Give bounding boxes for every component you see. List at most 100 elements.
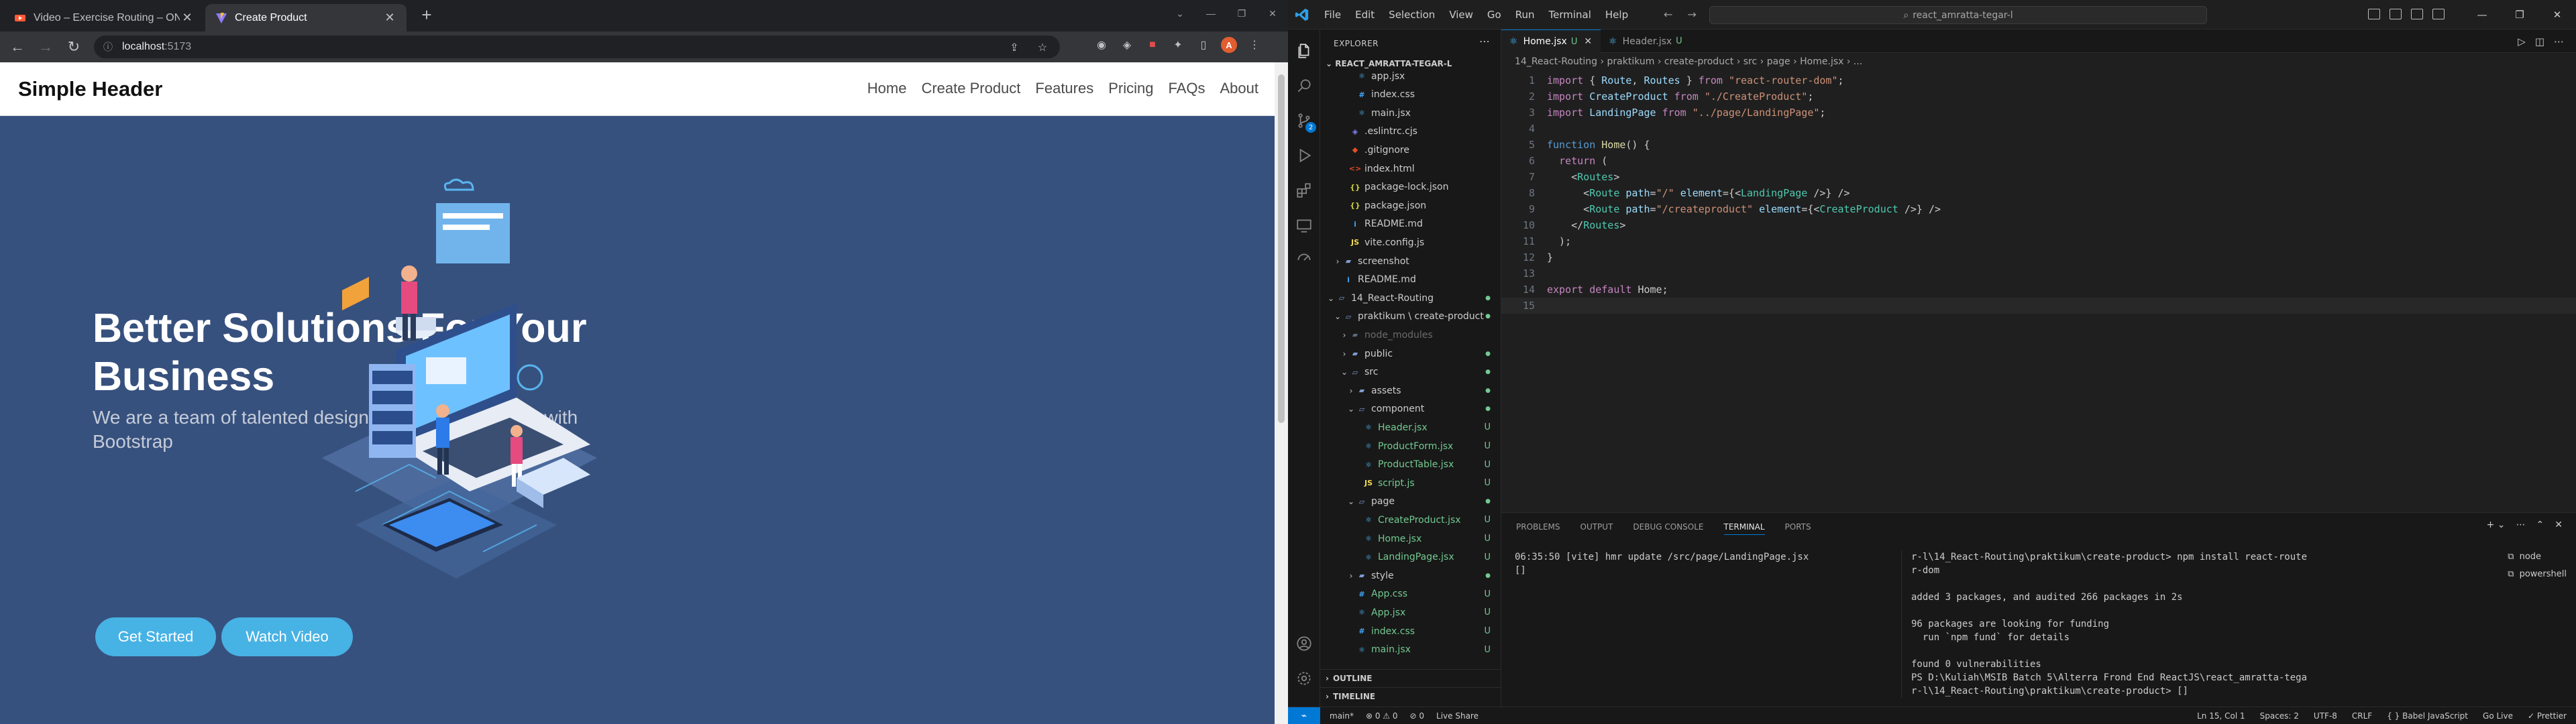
terminal-item-powershell[interactable]: ⧉ powershell bbox=[2508, 565, 2567, 583]
code-line[interactable]: 8 <Route path="/" element={<LandingPage … bbox=[1501, 185, 2576, 201]
more-actions-icon[interactable]: ⋯ bbox=[1479, 35, 1490, 48]
close-icon[interactable]: ✕ bbox=[1584, 36, 1592, 47]
forward-arrow-icon[interactable]: → bbox=[1687, 8, 1696, 21]
site-brand[interactable]: Simple Header bbox=[18, 77, 162, 101]
code-line[interactable]: 13 bbox=[1501, 265, 2576, 282]
back-arrow-icon[interactable]: ← bbox=[1664, 8, 1672, 21]
tree-item[interactable]: <> index.html bbox=[1339, 160, 1501, 178]
menu-help[interactable]: Help bbox=[1605, 9, 1628, 21]
tree-item[interactable]: ⌄ ▱ praktikum \ create-product ● bbox=[1332, 308, 1501, 326]
status-indent[interactable]: Spaces: 2 bbox=[2260, 711, 2299, 721]
nav-create-product[interactable]: Create Product bbox=[921, 80, 1020, 97]
menu-terminal[interactable]: Terminal bbox=[1549, 9, 1591, 21]
tab-output[interactable]: OUTPUT bbox=[1580, 522, 1613, 535]
close-icon[interactable]: ✕ bbox=[382, 11, 397, 25]
tab-terminal[interactable]: TERMINAL bbox=[1723, 522, 1765, 535]
sidepanel-icon[interactable]: ▯ bbox=[1195, 36, 1212, 54]
terminal-item-node[interactable]: ⧉ node bbox=[2508, 548, 2567, 565]
restore-icon[interactable]: ❐ bbox=[2501, 0, 2538, 29]
menu-file[interactable]: File bbox=[1324, 9, 1341, 21]
code-line[interactable]: 4 bbox=[1501, 121, 2576, 137]
tree-item[interactable]: ⚛ main.jsx bbox=[1346, 104, 1501, 122]
close-icon[interactable]: ✕ bbox=[1257, 0, 1288, 27]
get-started-button[interactable]: Get Started bbox=[95, 617, 216, 656]
page-scrollbar[interactable] bbox=[1275, 62, 1288, 724]
status-live-share[interactable]: Live Share bbox=[1436, 711, 1479, 721]
extensions-puzzle-icon[interactable]: ✦ bbox=[1170, 36, 1186, 54]
tree-item[interactable]: ⚛ App.jsx U bbox=[1346, 603, 1501, 621]
tree-item[interactable]: ⚛ main.jsx U bbox=[1346, 641, 1501, 659]
tab-problems[interactable]: PROBLEMS bbox=[1516, 522, 1560, 535]
account-icon[interactable] bbox=[1295, 634, 1313, 653]
run-debug-icon[interactable] bbox=[1295, 146, 1313, 165]
status-encoding[interactable]: UTF-8 bbox=[2314, 711, 2337, 721]
code-line[interactable]: 7 <Routes> bbox=[1501, 169, 2576, 185]
extension-red-icon[interactable]: ■ bbox=[1144, 36, 1161, 54]
tree-item[interactable]: ⌄ ▱ page ● bbox=[1346, 493, 1501, 511]
tree-item[interactable]: JS vite.config.js bbox=[1339, 233, 1501, 251]
tree-item[interactable]: ⚛ app.jsx bbox=[1346, 67, 1501, 85]
tab-ports[interactable]: PORTS bbox=[1785, 522, 1811, 535]
menu-go[interactable]: Go bbox=[1487, 9, 1501, 21]
tree-item[interactable]: i README.md bbox=[1339, 215, 1501, 233]
nav-pricing[interactable]: Pricing bbox=[1108, 80, 1153, 97]
profile-avatar[interactable]: A bbox=[1221, 37, 1237, 53]
command-center-search[interactable]: ⌕ react_amratta-tegar-l bbox=[1709, 6, 2207, 24]
tree-item[interactable]: ⚛ LandingPage.jsx U bbox=[1352, 548, 1501, 566]
kebab-menu-icon[interactable]: ⋮ bbox=[1246, 36, 1263, 54]
extensions-icon[interactable] bbox=[1295, 181, 1313, 200]
restore-icon[interactable]: ❐ bbox=[1226, 0, 1257, 27]
terminal-vite[interactable]: 06:35:50 [vite] hmr update /src/page/Lan… bbox=[1515, 550, 1890, 577]
tree-item[interactable]: ⌄ ▱ component ● bbox=[1346, 400, 1501, 418]
status-prettier[interactable]: ✓ Prettier bbox=[2528, 711, 2567, 721]
status-eol[interactable]: CRLF bbox=[2352, 711, 2372, 721]
chevron-down-icon[interactable]: ⌄ bbox=[1165, 0, 1195, 27]
toggle-secondary-sidebar-icon[interactable] bbox=[2411, 9, 2423, 19]
split-editor-icon[interactable]: ◫ bbox=[2535, 36, 2544, 48]
tree-item[interactable]: ◆ .gitignore bbox=[1339, 141, 1501, 159]
tree-item[interactable]: › ▰ assets ● bbox=[1346, 381, 1501, 400]
tree-item[interactable]: ◈ .eslintrc.cjs bbox=[1339, 123, 1501, 141]
settings-gear-icon[interactable] bbox=[1295, 669, 1313, 688]
code-line[interactable]: 2 import CreateProduct from "./CreateProd… bbox=[1501, 88, 2576, 105]
remote-indicator-icon[interactable]: ⌁ bbox=[1288, 707, 1320, 724]
code-line[interactable]: 5 function Home() { bbox=[1501, 137, 2576, 153]
more-actions-icon[interactable]: ⋯ bbox=[2516, 520, 2526, 530]
code-line[interactable]: 14 export default Home; bbox=[1501, 282, 2576, 298]
tree-item[interactable]: ⚛ Header.jsx U bbox=[1352, 418, 1501, 436]
tree-item[interactable]: {} package.json bbox=[1339, 196, 1501, 215]
tree-item[interactable]: # index.css U bbox=[1346, 622, 1501, 640]
tree-item[interactable]: › ▰ node_modules bbox=[1339, 326, 1501, 344]
menu-selection[interactable]: Selection bbox=[1389, 9, 1435, 21]
code-line[interactable]: 15 bbox=[1501, 298, 2576, 314]
close-icon[interactable]: ✕ bbox=[180, 11, 195, 25]
search-icon[interactable] bbox=[1295, 76, 1313, 95]
status-go-live[interactable]: Go Live bbox=[2483, 711, 2513, 721]
tree-item[interactable]: ⚛ ProductTable.jsx U bbox=[1352, 456, 1501, 474]
remote-explorer-icon[interactable] bbox=[1295, 216, 1313, 235]
menu-view[interactable]: View bbox=[1449, 9, 1473, 21]
timeline-section[interactable]: › TIMELINE bbox=[1320, 687, 1501, 705]
tree-item[interactable]: ⚛ ProductForm.jsx U bbox=[1352, 437, 1501, 455]
tree-item[interactable]: JS script.js U bbox=[1352, 474, 1501, 492]
tree-item[interactable]: {} package-lock.json bbox=[1339, 178, 1501, 196]
more-actions-icon[interactable]: ⋯ bbox=[2554, 36, 2564, 48]
tree-item[interactable]: # App.css U bbox=[1346, 585, 1501, 603]
code-line[interactable]: 9 <Route path="/createproduct" element={… bbox=[1501, 201, 2576, 217]
tree-item[interactable]: › ▰ style ● bbox=[1346, 566, 1501, 585]
close-icon[interactable]: ✕ bbox=[2555, 520, 2563, 530]
outline-section[interactable]: › OUTLINE bbox=[1320, 669, 1501, 687]
run-icon[interactable]: ▷ bbox=[2518, 36, 2526, 48]
browser-tab-create-product[interactable]: Create Product ✕ bbox=[205, 4, 407, 32]
code-line[interactable]: 6 return ( bbox=[1501, 153, 2576, 169]
tab-header-jsx[interactable]: ⚛ Header.jsx U bbox=[1601, 29, 1688, 53]
address-bar[interactable]: ⓘ localhost:5173 ⇪ ☆ bbox=[94, 36, 1060, 58]
extension-glasses-icon[interactable]: ◉ bbox=[1093, 36, 1110, 54]
extension-shield-icon[interactable]: ◈ bbox=[1119, 36, 1135, 54]
tree-item[interactable]: › ▰ public ● bbox=[1339, 345, 1501, 363]
menu-run[interactable]: Run bbox=[1515, 9, 1535, 21]
tree-item[interactable]: ⚛ Home.jsx U bbox=[1352, 530, 1501, 548]
tree-item[interactable]: ⚛ CreateProduct.jsx U bbox=[1352, 511, 1501, 529]
tab-debug-console[interactable]: DEBUG CONSOLE bbox=[1633, 522, 1703, 535]
status-language[interactable]: { } Babel JavaScript bbox=[2387, 711, 2468, 721]
